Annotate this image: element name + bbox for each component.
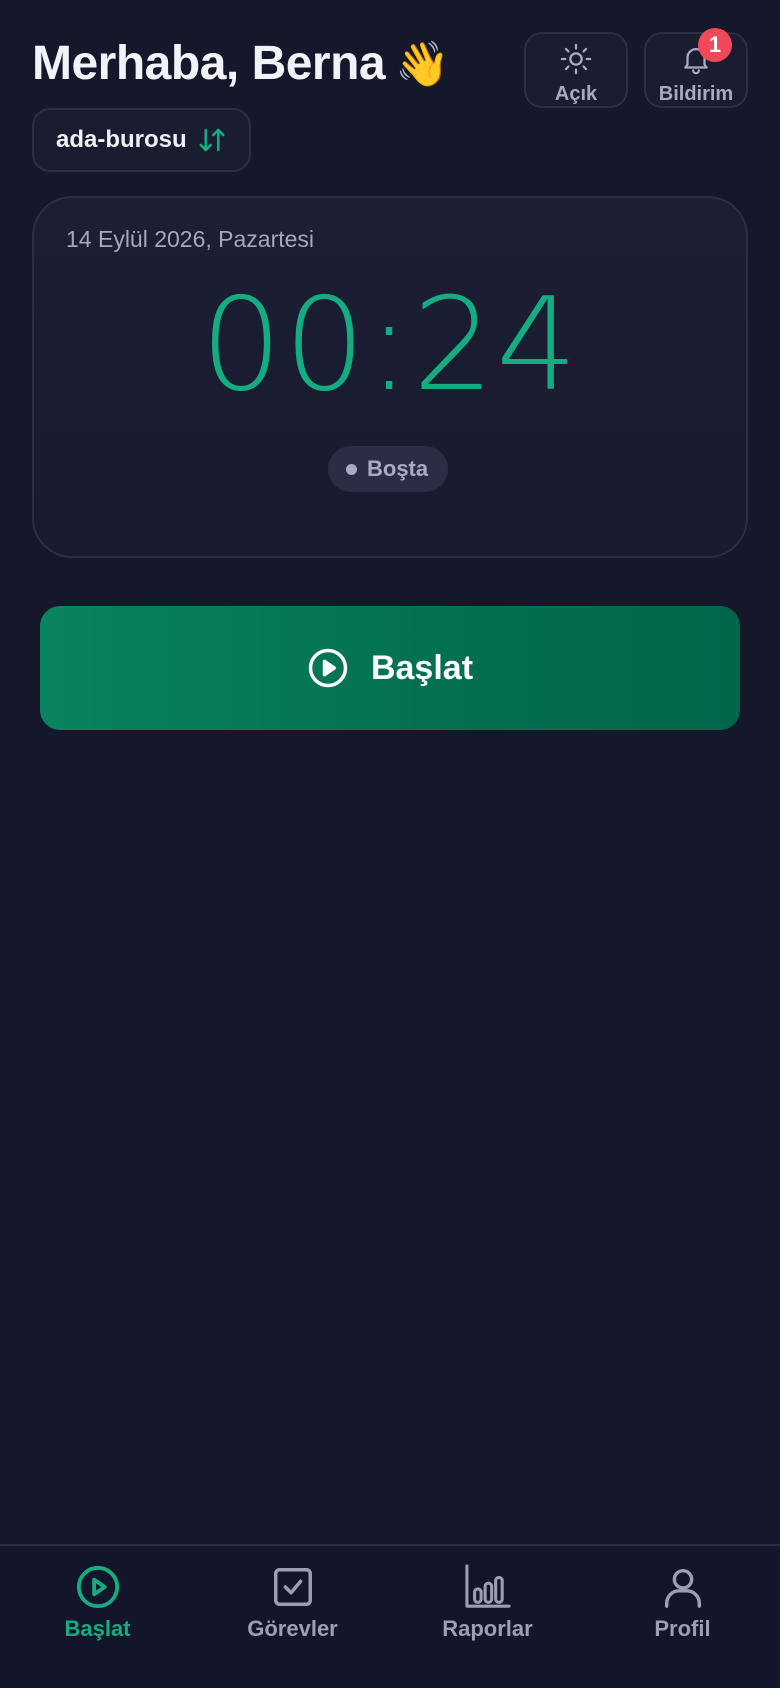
- status-badge: Boşta: [328, 446, 449, 492]
- timer-display: 00:24: [200, 271, 580, 420]
- status-text: Boşta: [367, 456, 429, 481]
- notification-count-badge: 1: [698, 28, 732, 62]
- nav-item-profile[interactable]: Profil: [585, 1546, 780, 1688]
- wave-emoji: 👋: [395, 40, 450, 89]
- nav-label-reports: Raporlar: [442, 1616, 533, 1641]
- sun-icon: [559, 42, 593, 81]
- nav-item-start[interactable]: Başlat: [0, 1546, 195, 1688]
- timer-card: 14 Eylül 2026, Pazartesi 00:24 Boşta: [32, 196, 748, 558]
- play-circle-icon: [307, 647, 349, 689]
- nav-label-tasks: Görevler: [247, 1616, 338, 1641]
- workspace-name: ada-burosu: [56, 126, 187, 153]
- timer-date: 14 Eylül 2026, Pazartesi: [66, 226, 315, 252]
- notifications-label: Bildirim: [658, 83, 734, 105]
- nav-item-reports[interactable]: Raporlar: [390, 1546, 585, 1688]
- workspace-switcher[interactable]: ada-burosu: [32, 108, 251, 172]
- bottom-nav: Başlat Görevler Raporlar Profil: [0, 1544, 780, 1688]
- nav-label-start: Başlat: [64, 1616, 131, 1641]
- theme-toggle-label: Açık: [554, 83, 598, 105]
- start-timer-button[interactable]: Başlat: [40, 606, 740, 730]
- nav-label-profile: Profil: [654, 1616, 711, 1641]
- greeting-title: Merhaba, Berna 👋: [32, 34, 450, 95]
- app-screen: Merhaba, Berna 👋 Açık Bildirim 1 ada-bur…: [0, 0, 780, 1688]
- theme-toggle-button[interactable]: Açık: [524, 32, 628, 108]
- swap-icon: [197, 125, 227, 155]
- bar-chart-icon: [463, 1564, 513, 1610]
- checkbox-icon: [270, 1564, 316, 1610]
- user-icon: [660, 1564, 706, 1610]
- status-dot-icon: [346, 463, 357, 475]
- start-timer-label: Başlat: [370, 648, 474, 687]
- nav-item-tasks[interactable]: Görevler: [195, 1546, 390, 1688]
- notifications-button[interactable]: Bildirim 1: [644, 28, 748, 108]
- greeting-text: Merhaba, Berna: [32, 37, 386, 90]
- play-circle-icon: [75, 1564, 121, 1610]
